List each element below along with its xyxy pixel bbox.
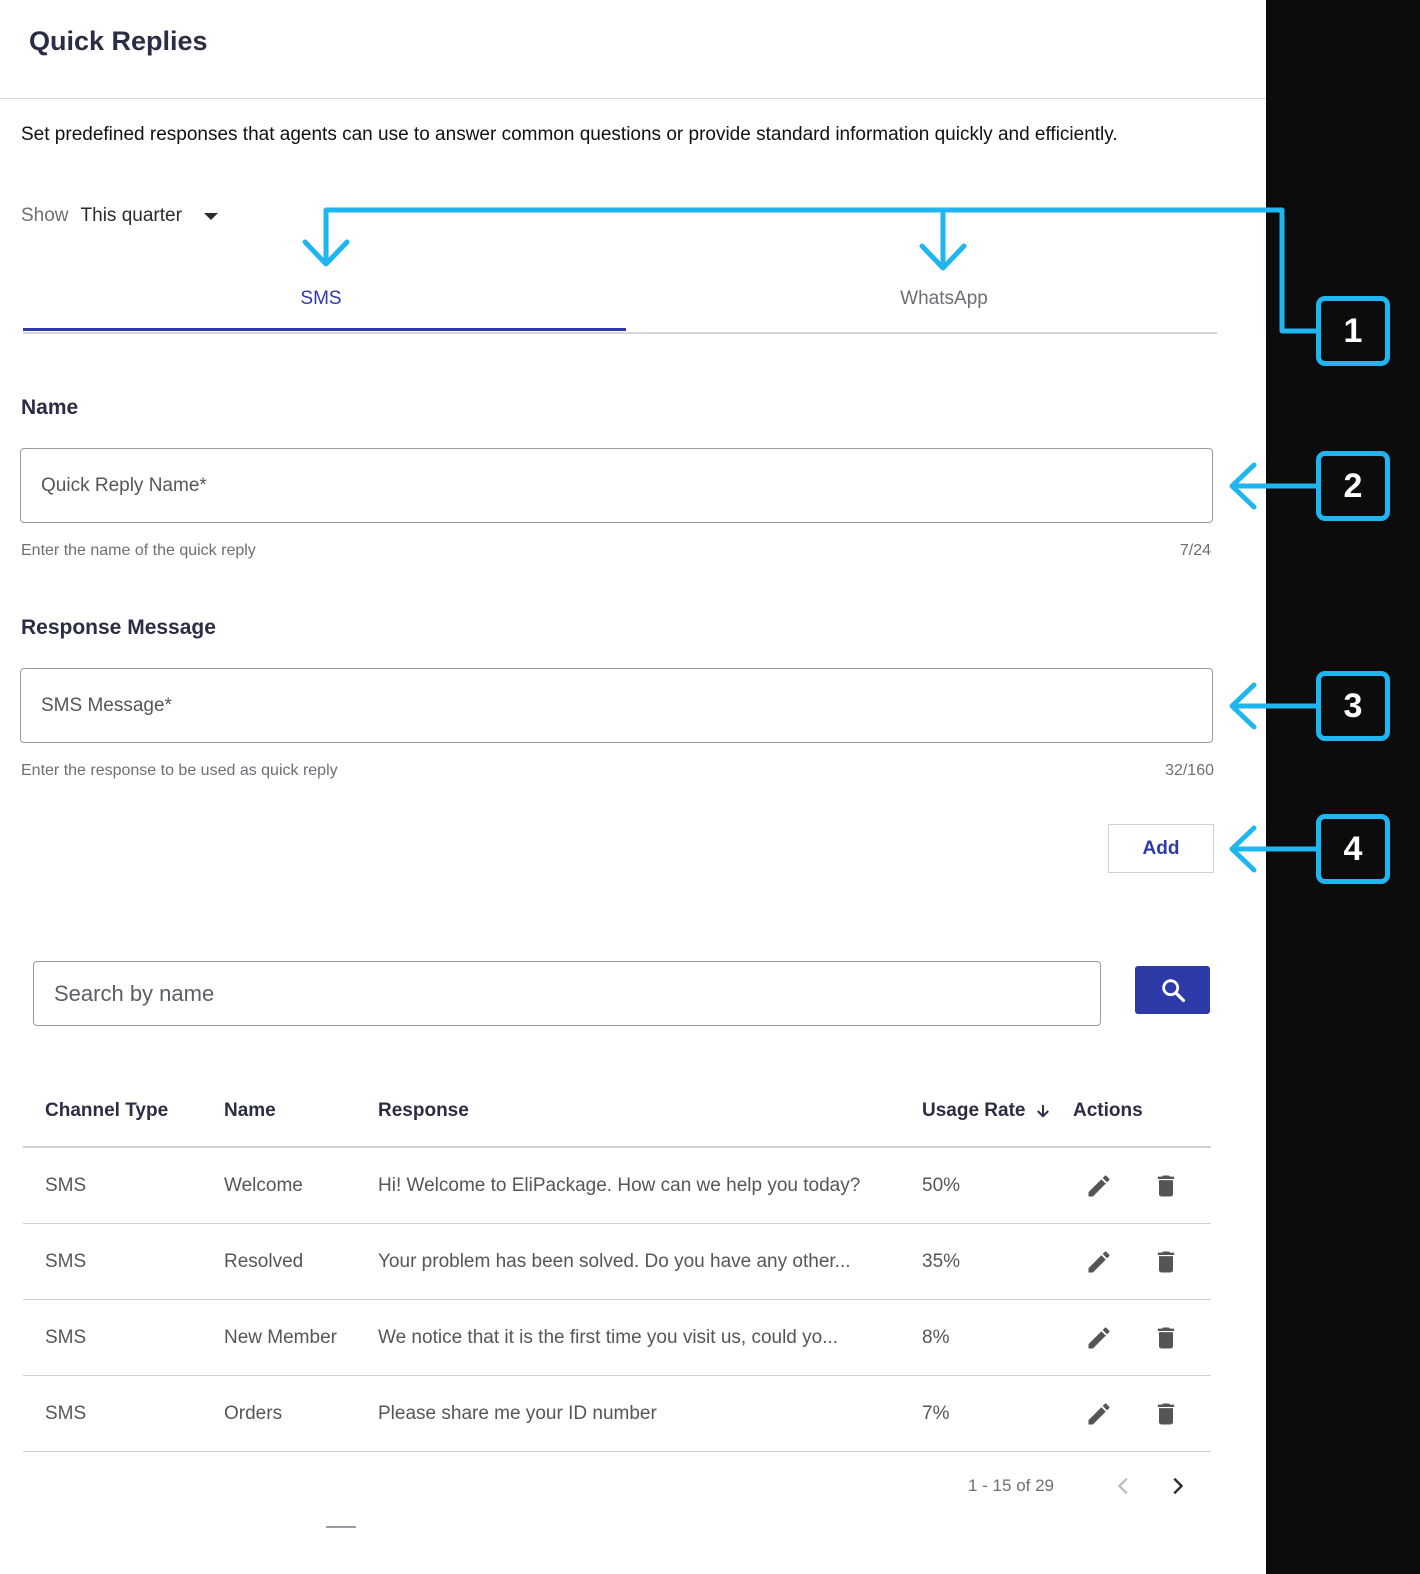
annotation-1-arrowhead-sms [302,239,350,267]
sort-down-arrow-icon[interactable] [1034,1102,1052,1120]
cell-response: We notice that it is the first time you … [378,1327,839,1348]
caret-down-icon[interactable] [203,212,218,220]
cell-channel: SMS [45,1403,87,1424]
delete-trash-icon[interactable] [1152,1324,1180,1352]
table-row: SMS New Member We notice that it is the … [23,1300,1211,1376]
edit-pencil-icon[interactable] [1085,1172,1113,1200]
sms-message-input[interactable] [20,668,1213,743]
period-filter-label: Show [21,205,69,226]
page-title: Quick Replies [29,26,208,56]
col-response: Response [378,1100,469,1121]
delete-trash-icon[interactable] [1152,1248,1180,1276]
chevron-left-icon[interactable] [1113,1474,1135,1498]
chevron-right-icon[interactable] [1166,1474,1188,1498]
col-usage-rate-label: Usage Rate [922,1100,1026,1121]
annotation-4-arrowhead [1229,825,1257,873]
annotation-3-arrowhead [1229,682,1257,730]
name-char-counter: 7/24 [1179,542,1211,559]
period-filter[interactable]: Show This quarter [21,205,218,227]
search-button[interactable] [1135,966,1210,1014]
annotation-1-arrowhead-whatsapp [919,243,967,271]
search-icon [1161,979,1185,1003]
col-usage-rate[interactable]: Usage Rate [922,1100,1052,1122]
annotation-badge-2: 2 [1316,451,1390,521]
name-section-label: Name [21,396,79,419]
period-filter-value[interactable]: This quarter [81,205,182,227]
delete-trash-icon[interactable] [1152,1400,1180,1428]
edit-pencil-icon[interactable] [1085,1248,1113,1276]
divider-dash [326,1526,356,1528]
tab-whatsapp[interactable]: WhatsApp [794,288,1094,310]
response-helper-text: Enter the response to be used as quick r… [21,762,338,779]
page-description: Set predefined responses that agents can… [21,124,1118,145]
name-helper-text: Enter the name of the quick reply [21,542,256,559]
table-row: SMS Orders Please share me your ID numbe… [23,1376,1211,1452]
cell-channel: SMS [45,1327,87,1348]
annotation-badge-1: 1 [1316,296,1390,366]
cell-response: Please share me your ID number [378,1403,657,1424]
page-header: Quick Replies [0,0,1266,99]
response-section-label: Response Message [21,616,216,639]
quick-reply-name-input[interactable] [20,448,1213,523]
col-channel-type: Channel Type [45,1100,169,1121]
col-name: Name [224,1100,276,1121]
quick-replies-table: Channel Type Name Response Usage Rate Ac… [23,1078,1211,1452]
annotation-2-arrowhead [1229,462,1257,510]
cell-name: Resolved [224,1251,304,1272]
add-button[interactable]: Add [1108,824,1214,873]
cell-usage: 8% [922,1327,950,1348]
table-header: Channel Type Name Response Usage Rate Ac… [23,1078,1211,1148]
cell-name: Orders [224,1403,283,1424]
cell-usage: 35% [922,1251,961,1272]
annotation-side-panel [1266,0,1420,1574]
col-actions: Actions [1073,1100,1143,1121]
cell-channel: SMS [45,1251,87,1272]
edit-pencil-icon[interactable] [1085,1324,1113,1352]
annotation-badge-3: 3 [1316,671,1390,741]
table-row: SMS Welcome Hi! Welcome to EliPackage. H… [23,1148,1211,1224]
tab-sms[interactable]: SMS [171,288,471,310]
annotation-badge-4: 4 [1316,814,1390,884]
response-char-counter: 32/160 [1165,762,1214,779]
cell-name: New Member [224,1327,337,1348]
channel-tabs: SMS WhatsApp [23,270,1217,334]
cell-response: Hi! Welcome to EliPackage. How can we he… [378,1175,861,1196]
edit-pencil-icon[interactable] [1085,1400,1113,1428]
cell-usage: 50% [922,1175,961,1196]
cell-name: Welcome [224,1175,303,1196]
active-tab-indicator [23,328,626,331]
table-row: SMS Resolved Your problem has been solve… [23,1224,1211,1300]
search-input[interactable] [33,961,1101,1026]
pagination-range: 1 - 15 of 29 [968,1476,1055,1495]
cell-channel: SMS [45,1175,87,1196]
cell-response: Your problem has been solved. Do you hav… [378,1251,851,1272]
cell-usage: 7% [922,1403,950,1424]
delete-trash-icon[interactable] [1152,1172,1180,1200]
